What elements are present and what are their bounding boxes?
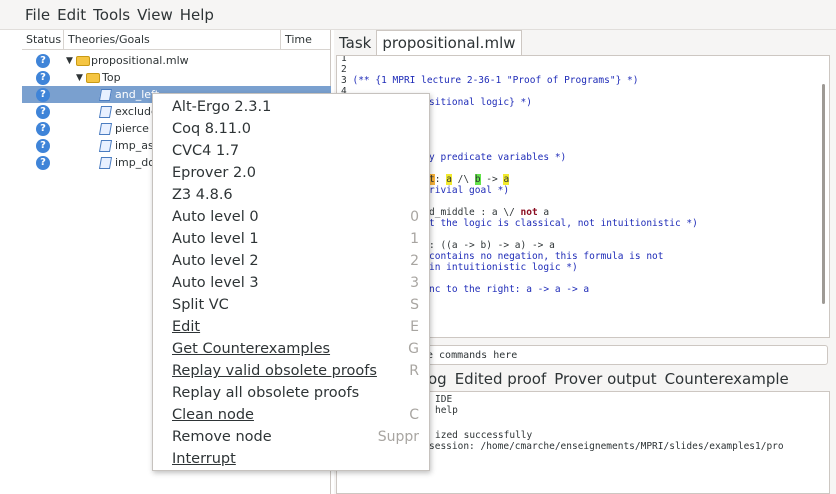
unknown-status-icon: ? xyxy=(36,121,50,136)
unknown-status-icon: ? xyxy=(36,155,50,170)
menu-item-interrupt[interactable]: Interrupt xyxy=(153,449,429,471)
editor-line: 1 xyxy=(341,55,347,64)
theory-folder-icon xyxy=(86,72,100,83)
editor-line: nc to the right: a -> a -> a xyxy=(429,284,590,295)
column-time[interactable]: Time xyxy=(281,30,330,49)
tab-edited-proof[interactable]: Edited proof xyxy=(451,367,551,391)
menu-item-alt-ergo[interactable]: Alt-Ergo 2.3.1 xyxy=(153,97,429,119)
editor-line: : ((a -> b) -> a) -> a xyxy=(429,240,555,251)
tree-row-file[interactable]: ? ▼ propositional.mlw xyxy=(22,52,331,69)
log-line: help xyxy=(435,405,458,416)
menu-item-replay-valid[interactable]: Replay valid obsolete proofs R xyxy=(153,361,429,383)
menu-view[interactable]: View xyxy=(137,6,173,24)
tree-row-label: pierce xyxy=(115,122,149,135)
menu-item-eprover[interactable]: Eprover 2.0 xyxy=(153,163,429,185)
goal-document-icon xyxy=(98,156,113,169)
column-status[interactable]: Status xyxy=(22,30,64,49)
code-comment: (** {1 MPRI lecture 2-36-1 "Proof of Pro… xyxy=(352,75,639,86)
editor-scrollbar[interactable] xyxy=(822,84,825,304)
expand-arrow-icon[interactable]: ▼ xyxy=(76,73,83,83)
tree-row-label: propositional.mlw xyxy=(91,54,189,67)
unknown-status-icon: ? xyxy=(36,87,50,102)
unknown-status-icon: ? xyxy=(36,104,50,119)
editor-line: 2 xyxy=(341,64,347,75)
editor-line: rivial goal *) xyxy=(429,185,510,196)
log-line: IDE xyxy=(435,394,453,405)
editor-line: contains no negation, this formula is no… xyxy=(429,251,664,262)
editor-line: 3 (** {1 MPRI lecture 2-36-1 "Proof of P… xyxy=(341,75,639,86)
expand-arrow-icon[interactable]: ▼ xyxy=(66,56,73,66)
menu-item-auto-level-3[interactable]: Auto level 33 xyxy=(153,273,429,295)
unknown-status-icon: ? xyxy=(36,70,50,85)
tab-prover-output[interactable]: Prover output xyxy=(550,367,660,391)
menu-bar: File Edit Tools View Help xyxy=(0,0,836,30)
unknown-status-icon: ? xyxy=(36,138,50,153)
context-menu: Alt-Ergo 2.3.1 Coq 8.11.0 CVC4 1.7 Eprov… xyxy=(152,93,430,471)
menu-item-clean-node[interactable]: Clean node C xyxy=(153,405,429,427)
editor-line: y predicate variables *) xyxy=(429,152,567,163)
menu-file[interactable]: File xyxy=(25,6,50,24)
menu-item-remove-node[interactable]: Remove node Suppr xyxy=(153,427,429,449)
file-folder-icon xyxy=(76,55,90,66)
tab-counterexample[interactable]: Counterexample xyxy=(661,367,793,391)
source-tabs: Task propositional.mlw xyxy=(334,30,522,55)
editor-line: t the logic is classical, not intuitioni… xyxy=(429,218,698,229)
editor-line: d_middle : a \/ not a xyxy=(429,207,550,218)
menu-item-auto-level-2[interactable]: Auto level 22 xyxy=(153,251,429,273)
editor-line: in intuitionistic logic *) xyxy=(429,262,578,273)
menu-help[interactable]: Help xyxy=(180,6,214,24)
menu-item-split-vc[interactable]: Split VC S xyxy=(153,295,429,317)
tree-row-label: Top xyxy=(102,71,121,84)
unknown-status-icon: ? xyxy=(36,53,50,68)
menu-item-edit[interactable]: Edit E xyxy=(153,317,429,339)
menu-item-auto-level-0[interactable]: Auto level 00 xyxy=(153,207,429,229)
goal-document-icon xyxy=(98,88,113,101)
menu-item-z3[interactable]: Z3 4.8.6 xyxy=(153,185,429,207)
goal-document-icon xyxy=(98,105,113,118)
menu-edit[interactable]: Edit xyxy=(57,6,86,24)
goal-document-icon xyxy=(98,122,113,135)
menu-item-get-counterexamples[interactable]: Get Counterexamples G xyxy=(153,339,429,361)
menu-tools[interactable]: Tools xyxy=(93,6,130,24)
menu-item-cvc4[interactable]: CVC4 1.7 xyxy=(153,141,429,163)
tab-source-file[interactable]: propositional.mlw xyxy=(376,30,522,55)
tree-column-headers: Status Theories/Goals Time xyxy=(22,30,330,50)
log-line: ized successfully xyxy=(435,430,533,441)
log-line: session: /home/cmarche/enseignements/MPR… xyxy=(429,441,784,452)
column-goals[interactable]: Theories/Goals xyxy=(64,30,281,49)
menu-item-replay-all[interactable]: Replay all obsolete proofs xyxy=(153,383,429,405)
menu-item-coq[interactable]: Coq 8.11.0 xyxy=(153,119,429,141)
tree-row-theory[interactable]: ? ▼ Top xyxy=(22,69,331,86)
editor-line: sitional logic} *) xyxy=(429,97,532,108)
goal-document-icon xyxy=(98,139,113,152)
tab-task[interactable]: Task xyxy=(334,30,376,55)
menu-item-auto-level-1[interactable]: Auto level 11 xyxy=(153,229,429,251)
editor-line-goal-and-left: t: a /\ b -> a xyxy=(429,174,510,185)
